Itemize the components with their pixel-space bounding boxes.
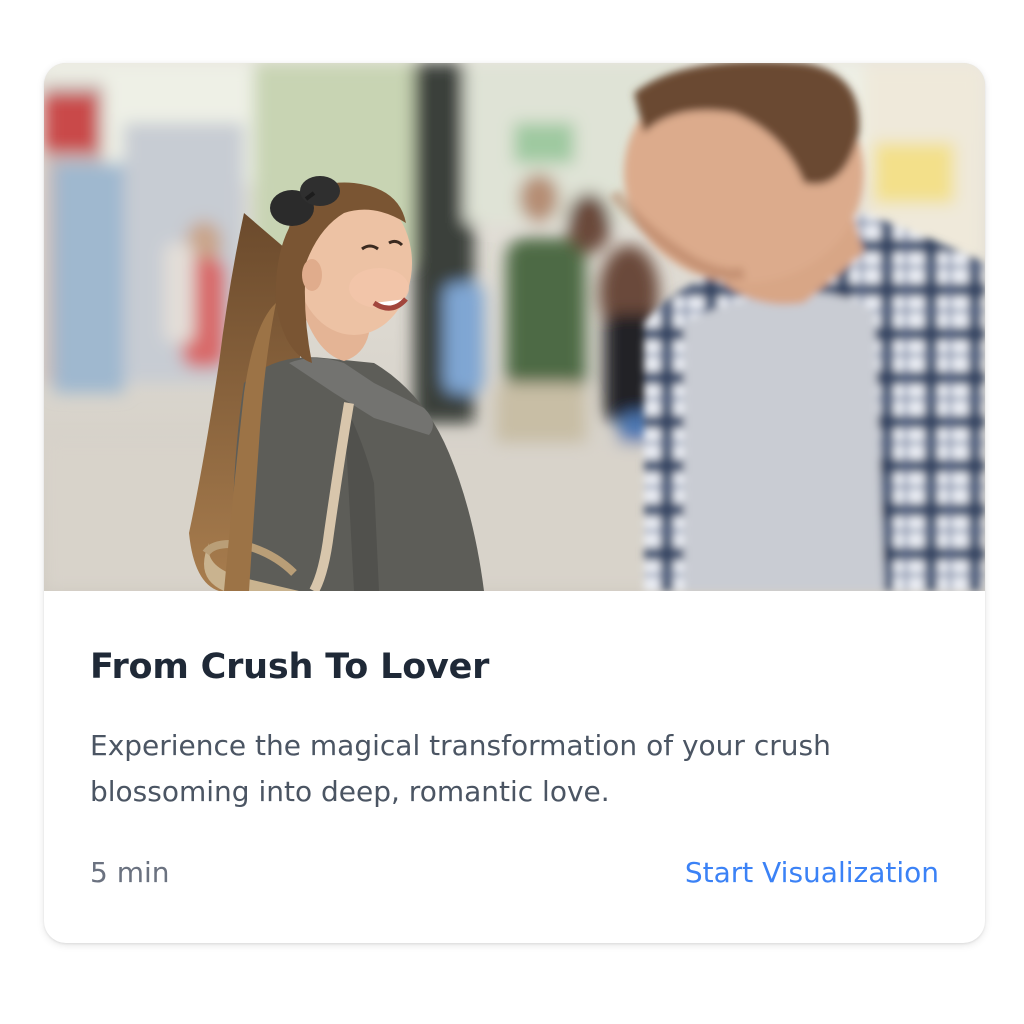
card-photo (44, 63, 985, 591)
visualization-card[interactable]: From Crush To Lover Experience the magic… (44, 63, 985, 943)
duration-label: 5 min (90, 856, 170, 889)
card-description: Experience the magical transformation of… (90, 729, 831, 808)
card-title: From Crush To Lover (90, 647, 490, 687)
start-visualization-link[interactable]: Start Visualization (685, 853, 939, 893)
